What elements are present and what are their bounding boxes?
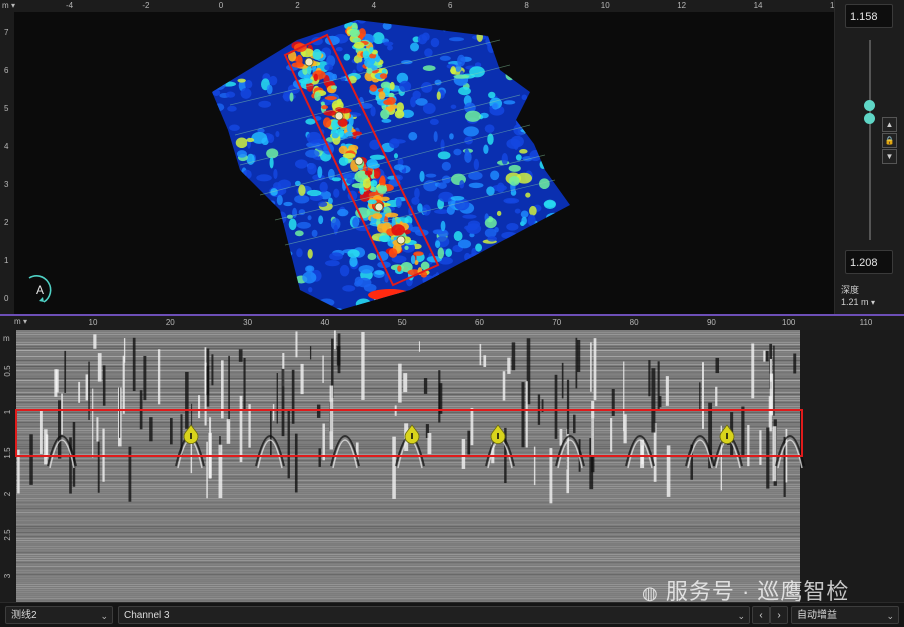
watermark-text: 服务号 · 巡鹰智检: [665, 579, 850, 604]
radargram-canvas[interactable]: 10 20 30 40 50 60 70 80 90 100 110 0.5 1 1.5 2 2.5 3: [0, 316, 904, 602]
chevron-down-icon: ⌄: [100, 611, 108, 621]
x-tick-label: 2: [295, 1, 300, 10]
target-marker[interactable]: [396, 235, 406, 245]
radar-x-tick-label: 20: [166, 318, 175, 327]
next-button[interactable]: ›: [770, 606, 788, 624]
plan-view-panel[interactable]: A m ▾ -4-20246810121416 76543210: [0, 0, 839, 314]
orientation-label: A: [36, 283, 44, 297]
y-tick-label: 2: [4, 218, 9, 227]
x-tick-label: 8: [524, 1, 529, 10]
radar-x-tick-label: 80: [630, 318, 639, 327]
chevron-up-icon[interactable]: ▲: [882, 117, 897, 132]
y-tick-label: 6: [4, 66, 9, 75]
radar-x-tick-label: 100: [782, 318, 796, 327]
ruler-unit: m: [2, 1, 9, 10]
radar-x-ruler: [0, 316, 904, 330]
radargram-image: [16, 330, 805, 602]
unit-chevron-icon[interactable]: ▾: [23, 317, 27, 326]
prev-button[interactable]: ‹: [752, 606, 770, 624]
x-tick-label: 4: [371, 1, 377, 10]
plan-y-ruler: 7 6 5 4 3 2 1 0: [0, 12, 14, 314]
radar-x-tick-label: 50: [398, 318, 407, 327]
y-tick-label: 7: [4, 28, 9, 37]
radar-y-tick-label: 1: [3, 409, 12, 414]
plan-view-canvas[interactable]: A: [0, 0, 834, 314]
radar-x-tick-label: 90: [707, 318, 716, 327]
y-tick-label: 1: [4, 256, 9, 265]
orientation-indicator[interactable]: A: [28, 275, 52, 303]
depth-panel: 1.158 ▲ 🔒 ▼ 1.208 深度 1.21 m ▾: [834, 0, 904, 314]
y-tick-label: 5: [4, 104, 9, 113]
wechat-icon: ◍: [642, 583, 659, 603]
depth-slider-handle-bottom[interactable]: [864, 113, 875, 124]
radar-x-tick-label: 10: [89, 318, 98, 327]
bottom-toolbar: 测线2 ⌄ Channel 3 ⌄ ‹ › 自动增益 ⌄: [0, 602, 904, 627]
gain-select-value: 自动增益: [797, 610, 837, 621]
radar-x-tick-label: 40: [320, 318, 329, 327]
radar-x-tick-label: 60: [475, 318, 484, 327]
target-marker[interactable]: [304, 57, 314, 67]
target-marker[interactable]: [354, 156, 364, 166]
depth-top-input[interactable]: 1.158: [845, 4, 893, 28]
x-tick-label: -4: [66, 1, 74, 10]
radar-y-tick-label: 0.5: [3, 365, 12, 377]
target-marker[interactable]: [334, 111, 344, 121]
depth-value-select[interactable]: 1.21 m ▾: [841, 297, 875, 307]
target-marker[interactable]: [374, 202, 384, 212]
radar-y-tick-label: 1.5: [3, 447, 12, 459]
radar-y-unit[interactable]: m: [3, 334, 10, 343]
chevron-down-icon[interactable]: ▼: [882, 149, 897, 164]
y-tick-label: 4: [4, 142, 9, 151]
depth-slider-handle-top[interactable]: [864, 100, 875, 111]
radargram-panel[interactable]: 10 20 30 40 50 60 70 80 90 100 110 0.5 1 1.5 2 2.5 3 m ▾…: [0, 316, 904, 604]
x-tick-label: 6: [448, 1, 453, 10]
depth-bottom-input[interactable]: 1.208: [845, 250, 893, 274]
radar-x-unit[interactable]: m: [14, 317, 21, 326]
depth-slider-track[interactable]: [869, 40, 871, 240]
chevron-down-icon: ▾: [871, 298, 876, 307]
gain-select[interactable]: 自动增益 ⌄: [791, 606, 899, 624]
line-select-value: 测线2: [11, 610, 37, 621]
lock-icon[interactable]: 🔒: [882, 133, 897, 148]
radar-y-tick-label: 2: [3, 491, 12, 496]
plan-x-ruler: m ▾ -4-20246810121416: [0, 0, 839, 12]
line-select[interactable]: 测线2 ⌄: [5, 606, 113, 624]
y-tick-label: 0: [4, 294, 9, 303]
channel-select[interactable]: Channel 3 ⌄: [118, 606, 750, 624]
x-tick-label: 12: [677, 1, 687, 10]
x-tick-label: 0: [218, 1, 224, 10]
x-tick-label: 10: [600, 1, 610, 10]
radar-x-tick-label: 70: [552, 318, 561, 327]
gpr-heatmap: [212, 20, 570, 310]
radar-y-tick-label: 3: [3, 573, 12, 578]
channel-select-value: Channel 3: [124, 610, 170, 621]
chevron-down-icon: ⌄: [737, 611, 745, 621]
depth-label: 深度: [841, 285, 860, 295]
radar-y-tick-label: 2.5: [3, 529, 12, 541]
y-tick-label: 3: [4, 180, 9, 189]
x-tick-label: 14: [753, 1, 763, 10]
radar-x-tick-label: 110: [860, 318, 873, 327]
unit-chevron-icon[interactable]: ▾: [11, 1, 15, 10]
radar-x-tick-label: 30: [243, 318, 252, 327]
x-tick-label: -2: [142, 1, 150, 10]
depth-value: 1.21 m: [841, 297, 869, 307]
chevron-down-icon: ⌄: [886, 611, 894, 621]
